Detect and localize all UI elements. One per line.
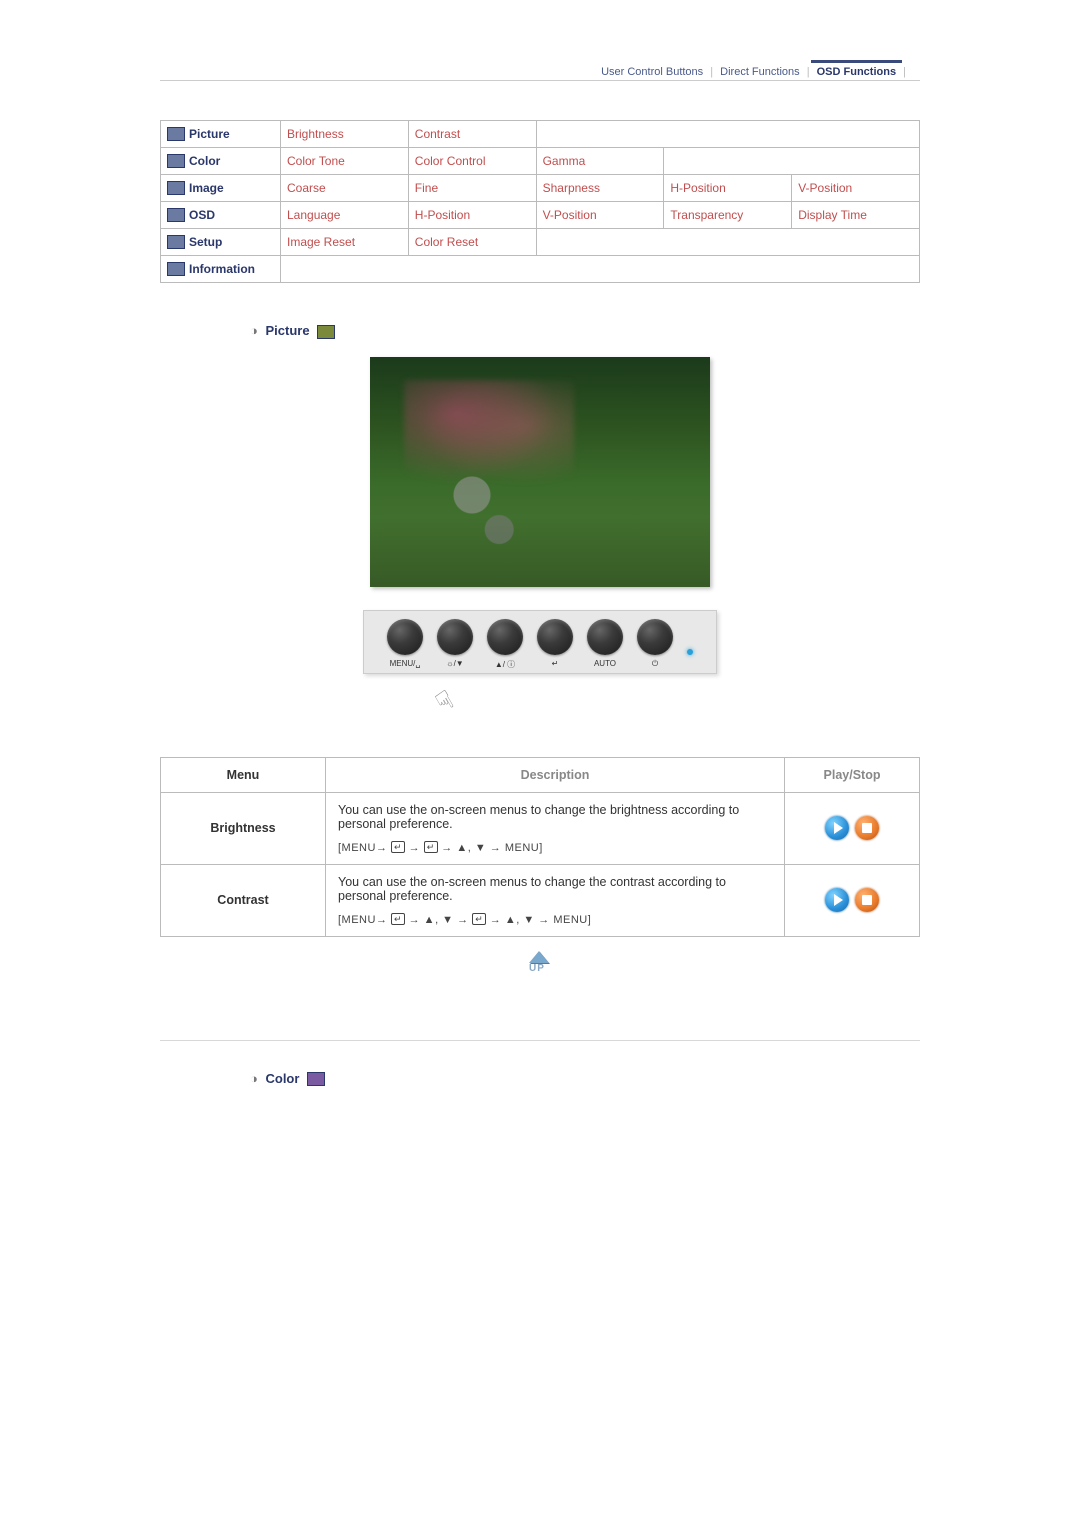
enter-key-icon: ↵ [472,913,486,925]
tab-user-control[interactable]: User Control Buttons [601,66,703,78]
pointing-hand-icon: ☟ [430,684,459,719]
panel-btn-power[interactable] [637,619,673,655]
row-contrast-label: Contrast [161,864,326,936]
row-contrast-desc: You can use the on-screen menus to chang… [326,864,785,936]
link-coarse[interactable]: Coarse [281,175,409,202]
cat-setup[interactable]: Setup [189,235,222,249]
divider [160,1040,920,1041]
information-icon [167,262,185,276]
tab-separator: | [807,66,810,78]
tab-separator: | [903,66,906,78]
th-description: Description [326,757,785,792]
panel-btn-bright-down[interactable] [437,619,473,655]
link-color-tone[interactable]: Color Tone [281,148,409,175]
link-display-time[interactable]: Display Time [792,202,920,229]
section-heading-picture: ◑ Picture [250,323,920,339]
enter-key-icon: ↵ [391,913,405,925]
panel-btn-auto[interactable] [587,619,623,655]
link-image-reset[interactable]: Image Reset [281,229,409,256]
enter-key-icon: ↵ [424,841,438,853]
play-button[interactable] [825,816,849,840]
color-icon [167,154,185,168]
link-language[interactable]: Language [281,202,409,229]
tab-direct-functions[interactable]: Direct Functions [720,66,799,78]
tab-osd-functions[interactable]: OSD Functions [817,66,896,78]
panel-btn-menu[interactable] [387,619,423,655]
osd-menu-grid: Picture Brightness Contrast Color Color … [160,120,920,283]
osd-icon [167,208,185,222]
top-nav: User Control Buttons | Direct Functions … [160,60,920,90]
link-v-position[interactable]: V-Position [792,175,920,202]
cat-osd[interactable]: OSD [189,208,215,222]
row-brightness-seq: [MENU→ ↵ → ↵ → ▲, ▼ → MENU] [338,841,772,854]
link-sharpness[interactable]: Sharpness [536,175,664,202]
link-contrast[interactable]: Contrast [408,121,536,148]
section-heading-color: ◑ Color [250,1071,920,1087]
link-transparency[interactable]: Transparency [664,202,792,229]
setup-icon [167,235,185,249]
color-section-icon [307,1072,325,1086]
panel-btn-enter[interactable] [537,619,573,655]
stop-button[interactable] [855,888,879,912]
cat-picture[interactable]: Picture [189,127,230,141]
tab-separator: | [710,66,713,78]
row-brightness-desc: You can use the on-screen menus to chang… [326,792,785,864]
monitor-button-panel: MENU/␣ ☼/▼ ▲/ ⓘ ↵ AUTO ⏻ [363,610,717,674]
cat-image[interactable]: Image [189,181,224,195]
picture-section-icon [317,325,335,339]
sample-photo [370,357,710,587]
picture-description-table: Menu Description Play/Stop Brightness Yo… [160,757,920,937]
play-button[interactable] [825,888,849,912]
picture-icon [167,127,185,141]
cat-information[interactable]: Information [189,262,255,276]
power-led-icon [687,649,693,655]
th-playstop: Play/Stop [785,757,920,792]
link-color-reset[interactable]: Color Reset [408,229,536,256]
cat-color[interactable]: Color [189,154,220,168]
row-contrast-seq: [MENU→ ↵ → ▲, ▼ → ↵ → ▲, ▼ → MENU] [338,913,772,926]
link-color-control[interactable]: Color Control [408,148,536,175]
link-h-position-osd[interactable]: H-Position [408,202,536,229]
stop-button[interactable] [855,816,879,840]
row-brightness-label: Brightness [161,792,326,864]
panel-btn-up-info[interactable] [487,619,523,655]
th-menu: Menu [161,757,326,792]
link-h-position[interactable]: H-Position [664,175,792,202]
link-gamma[interactable]: Gamma [536,148,664,175]
enter-key-icon: ↵ [391,841,405,853]
link-fine[interactable]: Fine [408,175,536,202]
link-brightness[interactable]: Brightness [281,121,409,148]
image-icon [167,181,185,195]
up-link[interactable]: UP [523,951,557,977]
link-v-position-osd[interactable]: V-Position [536,202,664,229]
